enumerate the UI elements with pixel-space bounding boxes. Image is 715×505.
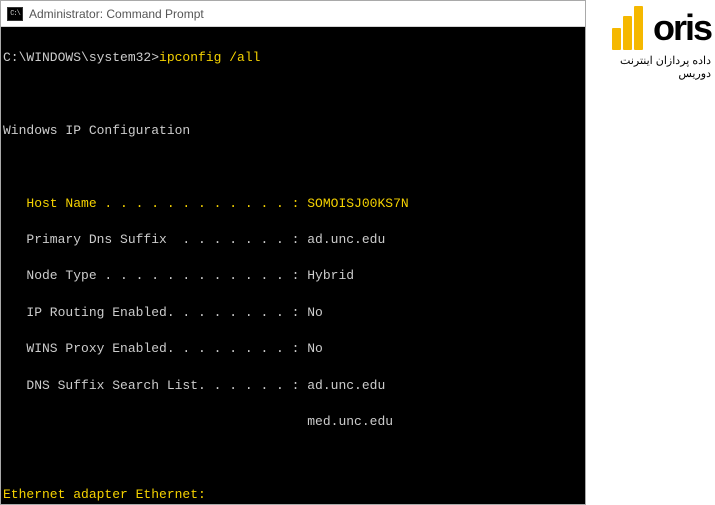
watermark-brand: oris [653,12,711,44]
watermark-subtitle: داده پردازان اینترنت دوریس [586,54,711,80]
watermark-logo: oris [586,6,711,50]
dns-search-list: DNS Suffix Search List. . . . . . : ad.u… [3,377,583,395]
bars-icon [612,6,652,50]
wins-proxy: WINS Proxy Enabled. . . . . . . . : No [3,340,583,358]
prompt-line: C:\WINDOWS\system32>ipconfig /all [3,49,583,67]
titlebar[interactable]: C:\ Administrator: Command Prompt [1,1,585,27]
terminal-output[interactable]: C:\WINDOWS\system32>ipconfig /all Window… [1,27,585,504]
dns-search-list-2: med.unc.edu [3,413,583,431]
section-header: Windows IP Configuration [3,122,583,140]
titlebar-text: Administrator: Command Prompt [29,7,204,21]
command-prompt-window: C:\ Administrator: Command Prompt C:\WIN… [0,0,586,505]
adapter-header: Ethernet adapter Ethernet: [3,486,583,504]
primary-dns-suffix: Primary Dns Suffix . . . . . . . : ad.un… [3,231,583,249]
watermark: oris داده پردازان اینترنت دوریس [586,0,715,85]
node-type: Node Type . . . . . . . . . . . . : Hybr… [3,267,583,285]
ip-routing: IP Routing Enabled. . . . . . . . : No [3,304,583,322]
command-text: ipconfig /all [159,50,260,65]
host-name-line: Host Name . . . . . . . . . . . . : SOMO… [3,195,583,213]
cmd-icon: C:\ [7,7,23,21]
